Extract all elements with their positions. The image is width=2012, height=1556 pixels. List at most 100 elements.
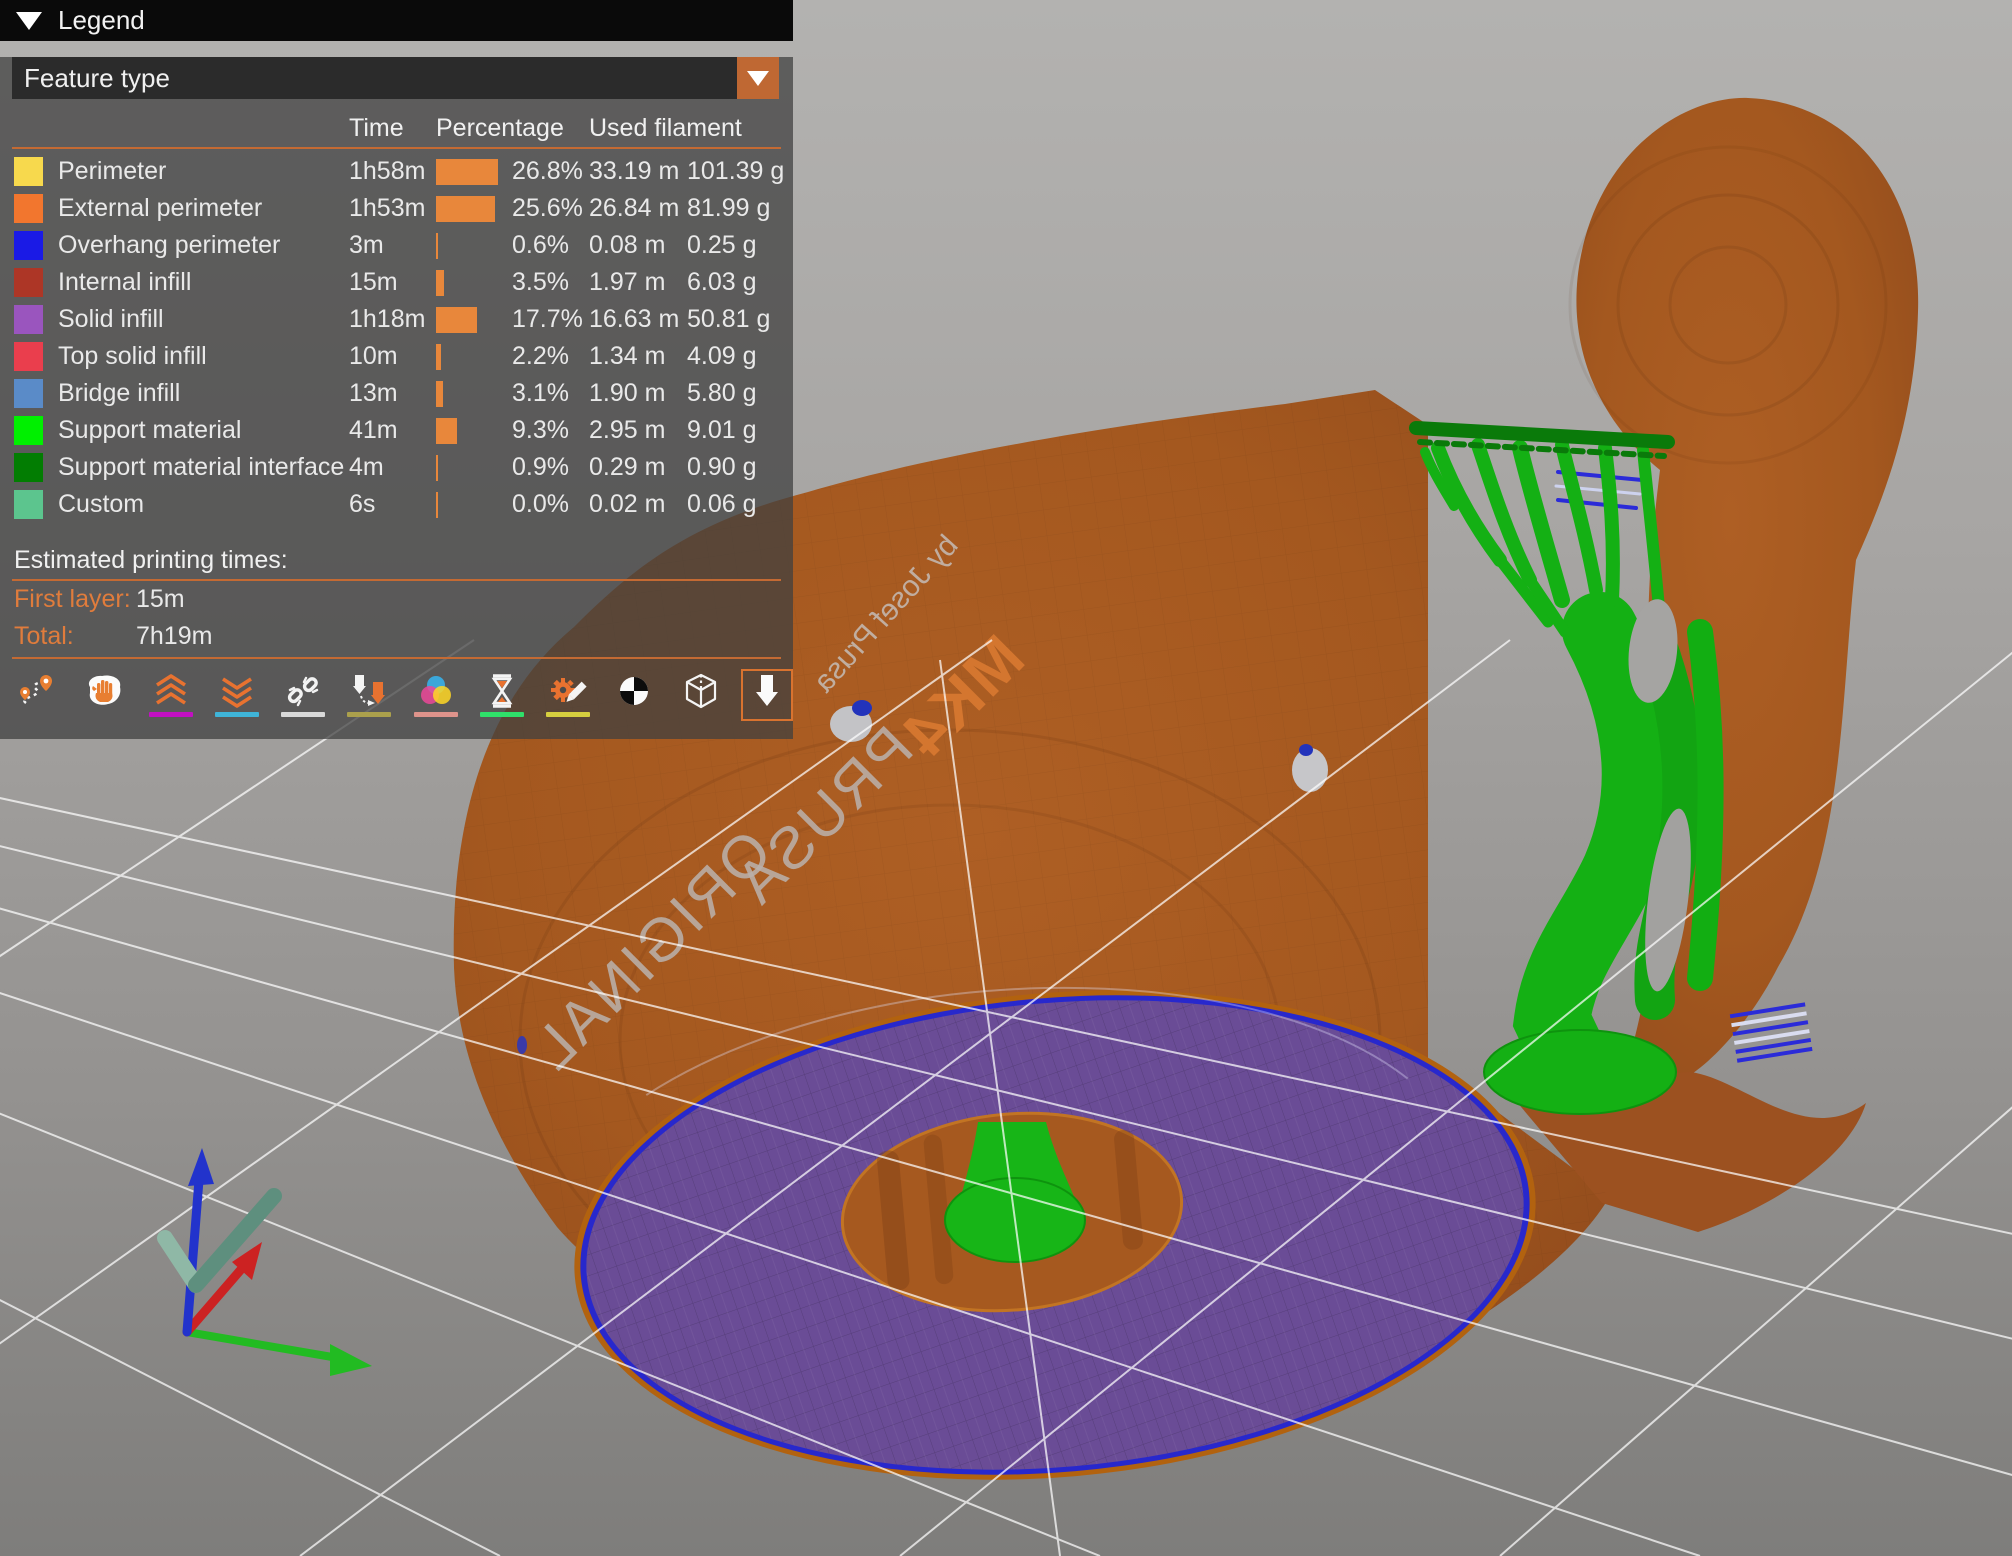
feature-time: 4m (349, 453, 384, 481)
legend-panel: Legend Feature type Time Percentage Used… (0, 0, 793, 739)
estimated-title: Estimated printing times: (14, 545, 288, 574)
feature-time: 1h58m (349, 157, 426, 185)
feature-name: Internal infill (58, 268, 192, 296)
feature-filament-length: 26.84 m (589, 194, 680, 222)
feature-row[interactable]: Support material interface 4m 0.9% 0.29 … (0, 449, 793, 486)
feature-percentage: 2.2% (512, 342, 569, 370)
estimated-times-section: Estimated printing times: First layer: 1… (0, 543, 793, 659)
feature-percentage: 17.7% (512, 305, 583, 333)
feature-rows: Perimeter 1h58m 26.8% 33.19 m 101.39 g E… (0, 153, 793, 523)
feature-row[interactable]: Support material 41m 9.3% 2.95 m 9.01 g (0, 412, 793, 449)
feature-row[interactable]: Overhang perimeter 3m 0.6% 0.08 m 0.25 g (0, 227, 793, 264)
feature-row[interactable]: External perimeter 1h53m 25.6% 26.84 m 8… (0, 190, 793, 227)
view-type-value[interactable]: Feature type (12, 57, 737, 99)
feature-row[interactable]: Top solid infill 10m 2.2% 1.34 m 4.09 g (0, 338, 793, 375)
feature-filament-weight: 6.03 g (687, 268, 757, 296)
feature-name: External perimeter (58, 194, 263, 222)
deretractions-toggle[interactable] (211, 669, 263, 721)
feature-color-swatch (14, 231, 43, 260)
custom-gcodes-toggle[interactable] (542, 669, 594, 721)
header-separator (12, 147, 781, 149)
feature-filament-length: 0.29 m (589, 453, 666, 481)
feature-filament-weight: 101.39 g (687, 157, 785, 185)
feature-color-swatch (14, 416, 43, 445)
feature-name: Custom (58, 490, 145, 518)
feature-time: 1h18m (349, 305, 426, 333)
retractions-toggle[interactable] (145, 669, 197, 721)
wipe-moves-toggle[interactable] (78, 669, 130, 721)
feature-percentage: 0.0% (512, 490, 569, 518)
view-type-dropdown[interactable]: Feature type (12, 57, 779, 99)
col-used-filament: Used filament (589, 113, 742, 142)
feature-time: 3m (349, 231, 384, 259)
legend-title: Legend (58, 5, 145, 35)
feature-filament-length: 0.08 m (589, 231, 666, 259)
collapse-triangle-icon[interactable] (16, 11, 42, 30)
percentage-bar (436, 454, 439, 481)
feature-name: Support material interface (58, 453, 345, 481)
feature-filament-length: 1.90 m (589, 379, 666, 407)
feature-row[interactable]: Internal infill 15m 3.5% 1.97 m 6.03 g (0, 264, 793, 301)
feature-name: Top solid infill (58, 342, 207, 370)
seams-toggle[interactable] (277, 669, 329, 721)
legend-titlebar[interactable]: Legend (0, 0, 793, 41)
feature-row[interactable]: Perimeter 1h58m 26.8% 33.19 m 101.39 g (0, 153, 793, 190)
percentage-bar (436, 269, 445, 296)
feature-percentage: 3.1% (512, 379, 569, 407)
feature-filament-weight: 4.09 g (687, 342, 757, 370)
table-header: Time Percentage Used filament (0, 111, 793, 145)
tool-marker-toggle[interactable] (740, 669, 793, 721)
feature-color-swatch (14, 305, 43, 334)
percentage-bar (436, 417, 458, 444)
feature-time: 13m (349, 379, 398, 407)
dropdown-button[interactable] (737, 57, 779, 99)
percentage-bar (436, 232, 438, 259)
feature-color-swatch (14, 490, 43, 519)
deretractions-icon (221, 677, 252, 708)
feature-filament-weight: 5.80 g (687, 379, 757, 407)
feature-row[interactable]: Custom 6s 0.0% 0.02 m 0.06 g (0, 486, 793, 523)
feature-percentage: 25.6% (512, 194, 583, 222)
feature-filament-length: 1.97 m (589, 268, 666, 296)
first-layer-label: First layer: (14, 585, 131, 613)
feature-row[interactable]: Solid infill 1h18m 17.7% 16.63 m 50.81 g (0, 301, 793, 338)
chevron-down-icon (747, 70, 769, 86)
feature-time: 10m (349, 342, 398, 370)
custom-gcodes-icon (551, 678, 587, 702)
pause-prints-icon (491, 674, 513, 708)
feature-color-swatch (14, 379, 43, 408)
feature-filament-weight: 0.90 g (687, 453, 757, 481)
feature-filament-length: 0.02 m (589, 490, 666, 518)
axis-z-arrow (182, 1175, 204, 1337)
axis-y-arrow (183, 1328, 342, 1362)
percentage-bar (436, 380, 444, 407)
feature-filament-length: 33.19 m (589, 157, 680, 185)
travel-paths-icon (20, 675, 53, 705)
travel-paths-toggle[interactable] (12, 669, 64, 721)
center-of-mass-toggle[interactable] (608, 669, 660, 721)
pause-prints-toggle[interactable] (476, 669, 528, 721)
col-percentage: Percentage (436, 113, 564, 142)
first-layer-row: First layer: 15m (0, 581, 793, 618)
feature-time: 15m (349, 268, 398, 296)
axes-gizmo (157, 1148, 372, 1376)
feature-percentage: 26.8% (512, 157, 583, 185)
total-time-row: Total: 7h19m (0, 618, 793, 655)
feature-filament-weight: 0.25 g (687, 231, 757, 259)
feature-color-swatch (14, 194, 43, 223)
shells-icon (685, 673, 716, 709)
percentage-bar (436, 158, 498, 185)
seams-icon (288, 676, 319, 707)
color-changes-toggle[interactable] (410, 669, 462, 721)
feature-color-swatch (14, 157, 43, 186)
total-value: 7h19m (136, 622, 213, 650)
model-knob-neck (1576, 97, 1919, 1100)
total-label: Total: (14, 622, 74, 650)
feature-row[interactable]: Bridge infill 13m 3.1% 1.90 m 5.80 g (0, 375, 793, 412)
tool-changes-toggle[interactable] (343, 669, 395, 721)
feature-time: 1h53m (349, 194, 426, 222)
shells-toggle[interactable] (675, 669, 727, 721)
feature-filament-length: 2.95 m (589, 416, 666, 444)
color-changes-icon (420, 676, 451, 704)
percentage-bar (436, 195, 495, 222)
